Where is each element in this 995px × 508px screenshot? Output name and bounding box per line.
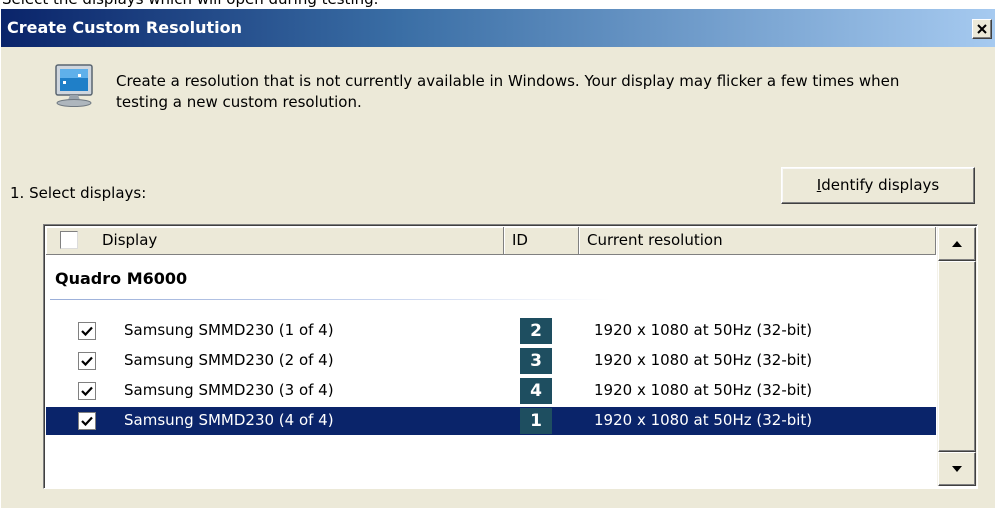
display-name: Samsung SMMD230 (3 of 4)	[124, 381, 334, 399]
display-id-badge: 3	[520, 348, 552, 374]
column-label-id: ID	[512, 231, 528, 249]
title-bar[interactable]: Create Custom Resolution	[1, 9, 995, 47]
list-header: Display ID Current resolution	[46, 227, 936, 255]
close-button[interactable]	[972, 19, 992, 39]
column-header-resolution[interactable]: Current resolution	[579, 227, 936, 255]
display-name: Samsung SMMD230 (2 of 4)	[124, 351, 334, 369]
display-row[interactable]: Samsung SMMD230 (2 of 4) 3 1920 x 1080 a…	[46, 347, 936, 375]
display-id-badge: 4	[520, 378, 552, 404]
checkmark-icon	[81, 326, 93, 336]
display-checkbox[interactable]	[78, 382, 96, 400]
display-resolution: 1920 x 1080 at 50Hz (32-bit)	[594, 351, 813, 369]
group-divider	[50, 299, 610, 300]
display-id-badge: 1	[520, 408, 552, 434]
select-displays-label: 1. Select displays:	[10, 184, 147, 202]
background-window-text: Select the displays which will open duri…	[0, 0, 995, 9]
displays-list[interactable]: Display ID Current resolution Quadro M60…	[43, 224, 978, 489]
display-checkbox[interactable]	[78, 352, 96, 370]
background-window-label: Select the displays which will open duri…	[2, 0, 378, 8]
create-custom-resolution-dialog: Create Custom Resolution Create a resolu…	[0, 9, 995, 508]
display-checkbox[interactable]	[78, 322, 96, 340]
vertical-scrollbar[interactable]	[937, 227, 977, 486]
close-icon	[977, 24, 987, 34]
scroll-down-button[interactable]	[938, 452, 976, 486]
scrollbar-thumb[interactable]	[938, 261, 976, 452]
display-resolution: 1920 x 1080 at 50Hz (32-bit)	[594, 381, 813, 399]
gpu-group-label: Quadro M6000	[55, 269, 188, 288]
scroll-down-arrow-icon	[952, 466, 962, 472]
display-resolution: 1920 x 1080 at 50Hz (32-bit)	[594, 411, 813, 429]
monitor-icon	[55, 64, 93, 107]
identify-displays-button[interactable]: Identify displays	[781, 167, 975, 204]
scroll-up-button[interactable]	[938, 227, 976, 261]
display-id-badge: 2	[520, 318, 552, 344]
display-checkbox[interactable]	[78, 412, 96, 430]
display-row[interactable]: Samsung SMMD230 (1 of 4) 2 1920 x 1080 a…	[46, 317, 936, 345]
intro-text: Create a resolution that is not currentl…	[116, 72, 900, 111]
display-row-selected[interactable]: Samsung SMMD230 (4 of 4) 1 1920 x 1080 a…	[46, 407, 936, 435]
checkmark-icon	[81, 386, 93, 396]
column-label-resolution: Current resolution	[587, 231, 723, 249]
identify-label: dentify displays	[821, 176, 940, 194]
dialog-title: Create Custom Resolution	[7, 18, 242, 37]
column-header-id[interactable]: ID	[504, 227, 579, 255]
display-row[interactable]: Samsung SMMD230 (3 of 4) 4 1920 x 1080 a…	[46, 377, 936, 405]
display-name: Samsung SMMD230 (4 of 4)	[124, 411, 334, 429]
display-name: Samsung SMMD230 (1 of 4)	[124, 321, 334, 339]
column-label-display: Display	[102, 231, 158, 249]
scroll-up-arrow-icon	[952, 241, 962, 247]
column-header-display[interactable]: Display	[46, 227, 504, 255]
checkmark-icon	[81, 416, 93, 426]
select-all-checkbox[interactable]	[60, 231, 78, 249]
display-resolution: 1920 x 1080 at 50Hz (32-bit)	[594, 321, 813, 339]
checkmark-icon	[81, 356, 93, 366]
